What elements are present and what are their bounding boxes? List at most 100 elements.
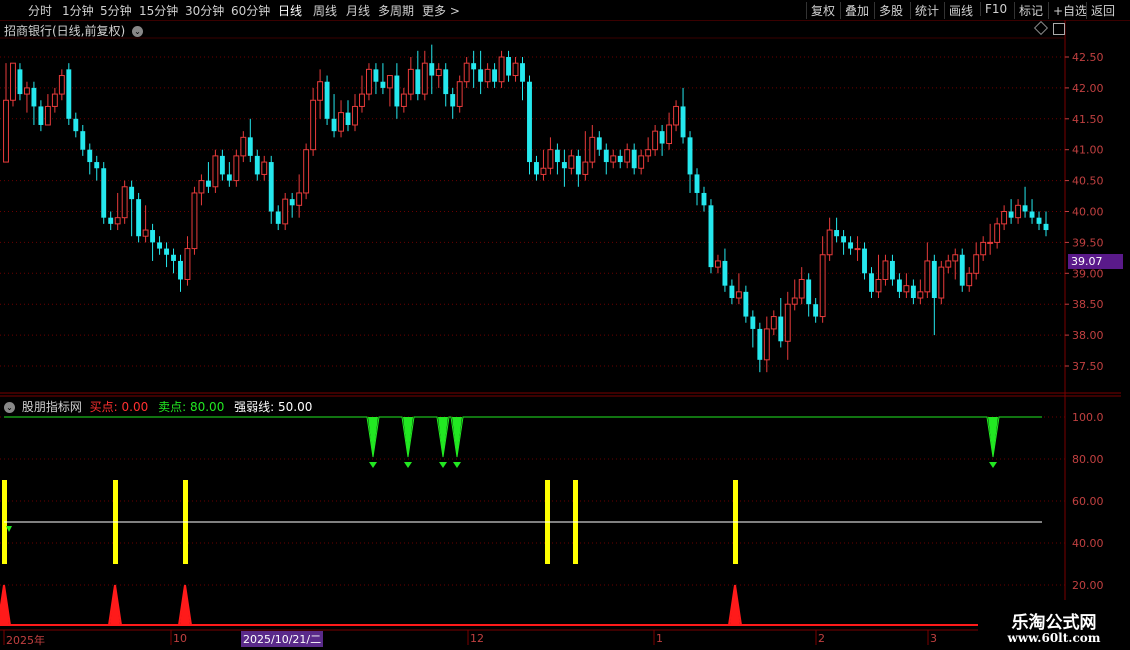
candle: [289, 192, 295, 218]
strength-value: 50.00: [278, 400, 313, 414]
candle: [652, 124, 659, 156]
sell-signal-marker: [988, 417, 998, 468]
candle: [715, 254, 721, 274]
restore-window-icon[interactable]: [1053, 23, 1065, 35]
candle: [575, 149, 581, 187]
candle: [17, 63, 23, 101]
indicator-tick-label: 80.00: [1072, 453, 1104, 466]
watermark-logo: 乐淘公式网 www.60lt.com: [978, 600, 1130, 650]
candle: [659, 124, 665, 156]
candle: [178, 254, 183, 292]
candle: [806, 273, 812, 317]
candle: [386, 75, 393, 107]
candle: [121, 180, 128, 224]
kline-chart[interactable]: 42.50 42.00 41.50 41.00 40.50 40.00 39.50 39.00…: [0, 0, 1130, 650]
candle: [666, 112, 673, 150]
candle: [1022, 186, 1028, 218]
candle: [568, 149, 575, 175]
candle: [673, 100, 680, 132]
candle: [10, 62, 16, 107]
candle: [917, 279, 924, 305]
price-tick-label: 40.00: [1072, 206, 1104, 219]
candle: [324, 75, 330, 125]
candle: [66, 63, 72, 125]
strength-label: 强弱线:: [234, 400, 275, 414]
watermark-site-name: 乐淘公式网: [1011, 613, 1097, 633]
candle: [561, 149, 567, 187]
candle: [450, 87, 456, 119]
candle: [80, 124, 86, 156]
sell-value: 80.00: [189, 400, 225, 414]
candle: [945, 254, 952, 274]
candle: [534, 155, 539, 181]
candle: [750, 310, 756, 348]
candle: [338, 100, 344, 138]
candle: [373, 63, 379, 95]
candle: [896, 273, 902, 299]
candle: [261, 155, 268, 181]
sell-label: 卖点:: [158, 400, 187, 414]
candle: [1015, 199, 1022, 224]
candle: [226, 162, 232, 187]
candle: [198, 174, 205, 206]
candle: [743, 285, 749, 323]
candle: [854, 236, 861, 261]
candle: [687, 131, 693, 193]
candle: [882, 254, 889, 286]
candle: [443, 63, 449, 107]
candle: [51, 87, 58, 113]
time-axis-label: 3: [930, 632, 937, 645]
candle: [268, 155, 274, 224]
candle: [617, 149, 623, 169]
candle: [3, 63, 9, 163]
candle: [778, 298, 784, 348]
candle: [233, 149, 240, 187]
candle: [38, 100, 44, 132]
candle: [429, 44, 435, 95]
candle: [848, 236, 854, 255]
candle: [219, 149, 225, 181]
candle: [317, 69, 324, 119]
candle: [101, 162, 107, 224]
candle: [331, 94, 337, 138]
buy-value: 0.00: [121, 400, 149, 414]
candle: [903, 273, 910, 299]
candle: [171, 248, 176, 274]
candle: [890, 254, 895, 286]
candle: [798, 267, 805, 305]
candle: [757, 322, 763, 373]
candle: [952, 248, 959, 280]
candle: [456, 75, 463, 113]
candle: [282, 192, 289, 231]
price-tick-label: 40.50: [1072, 175, 1104, 188]
time-axis-label: 12: [470, 632, 484, 645]
candle: [254, 149, 260, 181]
candle: [310, 87, 317, 156]
candle: [520, 57, 525, 101]
candle: [701, 186, 707, 212]
candle: [1008, 199, 1014, 224]
candle: [819, 236, 826, 323]
candle: [980, 236, 987, 261]
candle: [554, 143, 560, 175]
candle: [184, 236, 191, 286]
candle: [435, 63, 442, 88]
candle: [547, 137, 554, 175]
chevron-down-icon[interactable]: ⌄: [4, 402, 15, 413]
candle: [512, 57, 519, 82]
candle: [44, 94, 51, 126]
candle: [1043, 211, 1049, 237]
candle: [73, 112, 79, 138]
candle: [94, 155, 100, 181]
side-panel-strip[interactable]: [1121, 20, 1130, 630]
buy-label: 买点:: [89, 400, 118, 414]
candle: [1036, 211, 1042, 231]
candle: [938, 260, 945, 305]
candle: [150, 223, 156, 261]
highlighted-date: 2025/10/21/二: [241, 631, 324, 647]
candle: [589, 124, 596, 169]
candle: [407, 57, 414, 101]
candle: [506, 50, 511, 82]
sell-signal-marker: [403, 417, 413, 468]
candle: [1001, 205, 1008, 231]
